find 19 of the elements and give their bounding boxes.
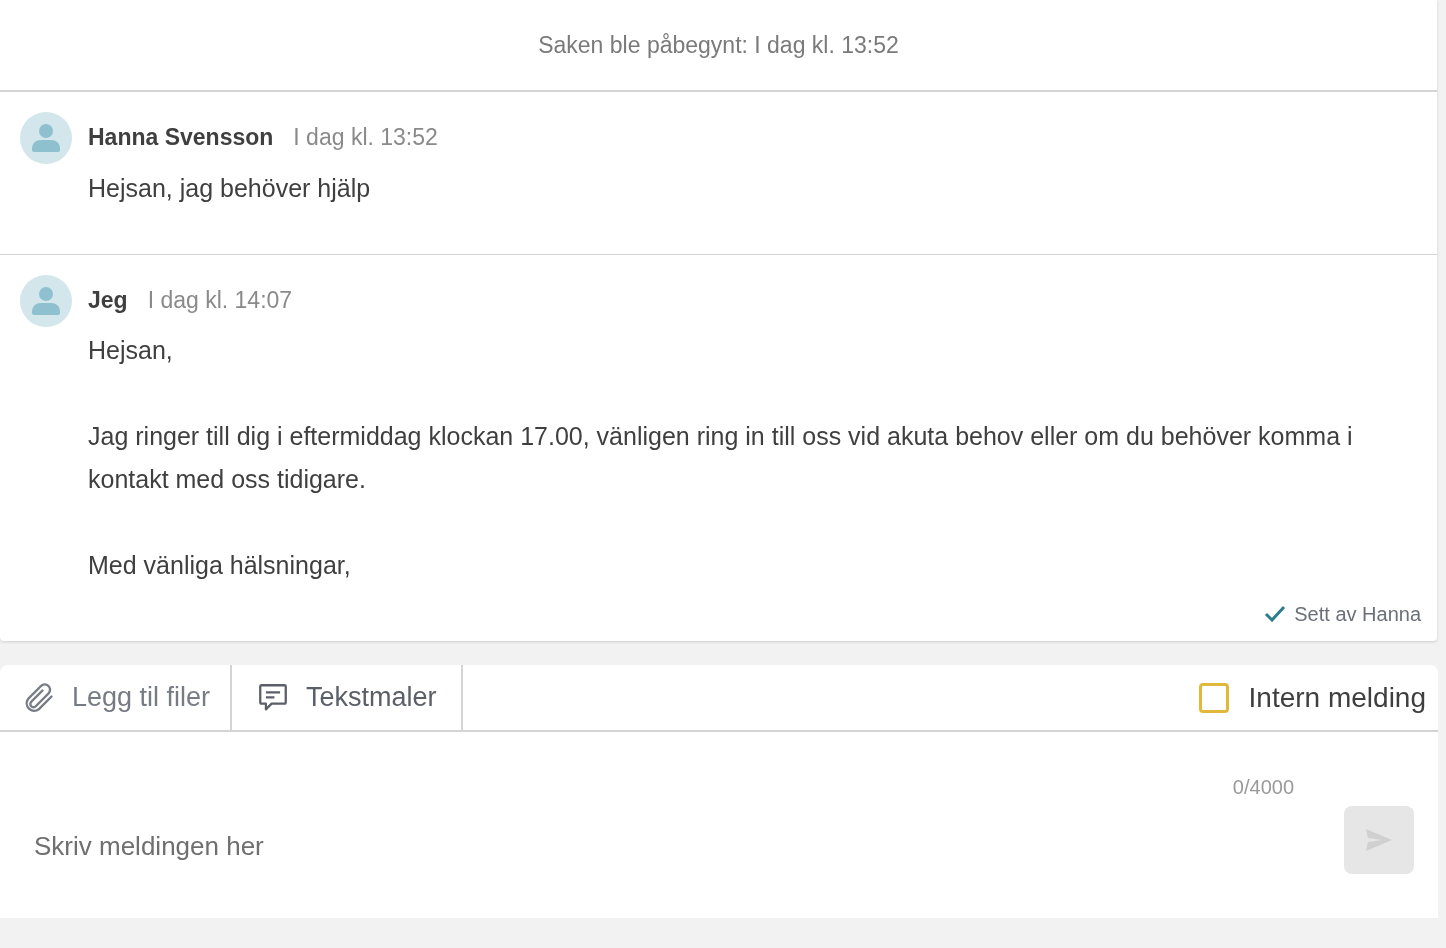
seen-receipt: Sett av Hanna bbox=[1294, 602, 1421, 627]
character-counter: 0/4000 bbox=[1232, 775, 1294, 800]
avatar-icon bbox=[20, 274, 72, 327]
case-started-text: Saken ble påbegynt: I dag kl. 13:52 bbox=[538, 30, 899, 60]
author-name: Jeg bbox=[88, 285, 128, 315]
internal-message-checkbox[interactable]: Intern melding bbox=[1198, 665, 1438, 730]
message-text: Hejsan, jag behöver hjälp bbox=[88, 172, 372, 204]
avatar-icon bbox=[20, 112, 72, 164]
message-text: Med vänliga hälsningar, bbox=[88, 550, 352, 581]
text-templates-button[interactable]: Tekstmaler bbox=[232, 665, 463, 730]
message-time: I dag kl. 13:52 bbox=[293, 123, 438, 152]
message-text: Hejsan, bbox=[88, 335, 174, 366]
author-name: Hanna Svensson bbox=[88, 123, 274, 152]
message-time: I dag kl. 14:07 bbox=[147, 285, 293, 315]
message-input[interactable]: Skriv meldingen her bbox=[34, 827, 1233, 866]
check-icon bbox=[1264, 605, 1287, 623]
checkbox[interactable] bbox=[1198, 682, 1229, 713]
attach-files-button[interactable]: Legg til filer bbox=[0, 665, 233, 730]
message-text: Jag ringer till dig i eftermiddag klockan 17.00, vänligen ring in till oss vid akuta behov eller om du behöver komma i kontakt med oss tidigare. bbox=[88, 421, 1354, 495]
